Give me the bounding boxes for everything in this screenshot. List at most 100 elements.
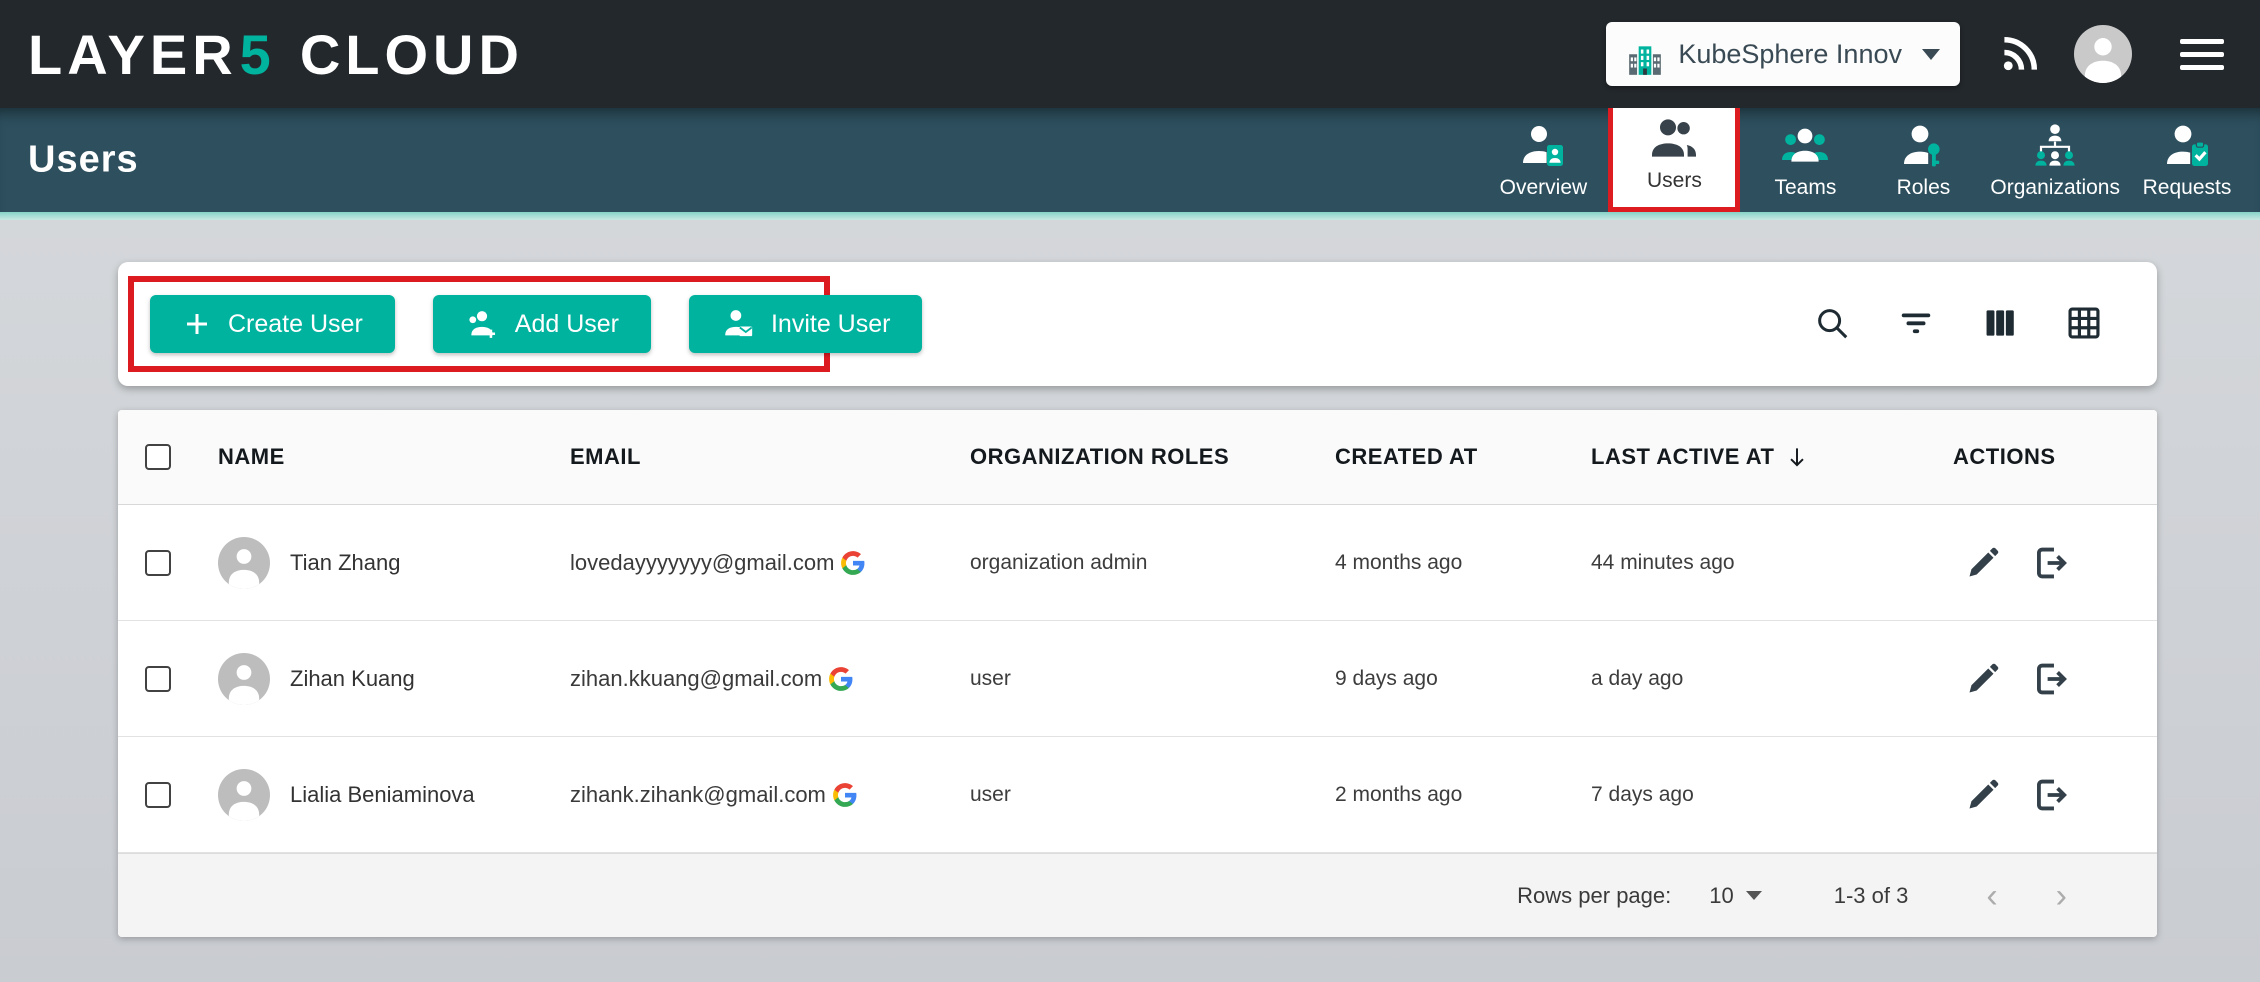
nav-tab-organizations[interactable]: Organizations: [1982, 112, 2128, 212]
google-provider-icon: [832, 782, 858, 808]
last-active-header-label: LAST ACTIVE AT: [1591, 444, 1774, 470]
user-action-buttons: Create User Add User: [150, 295, 922, 353]
users-table: NAME EMAIL ORGANIZATION ROLES CREATED AT…: [118, 410, 2157, 937]
google-provider-icon: [828, 666, 854, 692]
users-people-icon: [1650, 115, 1698, 163]
remove-user-icon[interactable]: [2031, 544, 2069, 582]
select-all-checkbox[interactable]: [145, 444, 171, 470]
nav-tab-roles[interactable]: Roles: [1864, 112, 1982, 212]
organization-roles: organization admin: [950, 551, 1315, 575]
teams-group-icon: [1781, 122, 1829, 170]
add-user-label: Add User: [515, 310, 619, 339]
created-at: 2 months ago: [1315, 783, 1571, 807]
table-row: Tian Zhang lovedayyyyyyy@gmail.com organ…: [118, 505, 2157, 621]
column-header-last-active-at[interactable]: LAST ACTIVE AT: [1571, 444, 1933, 470]
last-active-at: 7 days ago: [1571, 783, 1933, 807]
top-app-bar: LAYER 5 CLOUD Kub: [0, 0, 2260, 108]
invite-user-label: Invite User: [771, 310, 890, 339]
nav-tabs: Overview Users: [1484, 98, 2246, 212]
plus-icon: [182, 309, 212, 339]
rows-per-page-label: Rows per page:: [1517, 883, 1671, 909]
edit-user-icon[interactable]: [1965, 545, 2001, 581]
row-checkbox[interactable]: [145, 550, 171, 576]
create-user-label: Create User: [228, 310, 363, 339]
chevron-down-icon: [1922, 49, 1940, 60]
columns-view-icon[interactable]: [1981, 304, 2019, 342]
column-header-name[interactable]: NAME: [198, 444, 550, 470]
pagination-range: 1-3 of 3: [1834, 883, 1909, 909]
roles-person-key-icon: [1899, 122, 1947, 170]
edit-user-icon[interactable]: [1965, 661, 2001, 697]
table-row: Zihan Kuang zihan.kkuang@gmail.com user …: [118, 621, 2157, 737]
nav-tab-label: Requests: [2143, 176, 2232, 200]
user-name[interactable]: Tian Zhang: [290, 550, 400, 576]
edit-user-icon[interactable]: [1965, 777, 2001, 813]
sort-descending-arrow-icon: [1784, 444, 1810, 470]
next-page-button[interactable]: ›: [2056, 879, 2067, 913]
add-user-button[interactable]: Add User: [433, 295, 651, 353]
nav-tab-requests[interactable]: Requests: [2128, 112, 2246, 212]
rss-feed-icon[interactable]: [1998, 32, 2042, 76]
nav-tab-label: Users: [1647, 169, 1702, 193]
create-user-button[interactable]: Create User: [150, 295, 395, 353]
remove-user-icon[interactable]: [2031, 660, 2069, 698]
organization-roles: user: [950, 783, 1315, 807]
users-toolbar-card: Create User Add User: [118, 262, 2157, 386]
google-provider-icon: [840, 550, 866, 576]
select-all-cell: [118, 444, 198, 470]
user-name[interactable]: Lialia Beniaminova: [290, 782, 475, 808]
requests-person-clipboard-icon: [2163, 122, 2211, 170]
invite-user-button[interactable]: Invite User: [689, 295, 922, 353]
nav-tab-teams[interactable]: Teams: [1746, 112, 1864, 212]
hamburger-menu-icon[interactable]: [2180, 39, 2224, 70]
column-header-organization-roles[interactable]: ORGANIZATION ROLES: [950, 444, 1315, 470]
nav-tab-label: Overview: [1500, 176, 1588, 200]
nav-tab-overview[interactable]: Overview: [1484, 112, 1602, 212]
row-checkbox[interactable]: [145, 666, 171, 692]
page-title: Users: [28, 139, 139, 182]
table-row: Lialia Beniaminova zihank.zihank@gmail.c…: [118, 737, 2157, 853]
overview-person-badge-icon: [1519, 122, 1567, 170]
column-header-created-at[interactable]: CREATED AT: [1315, 444, 1571, 470]
table-view-controls: [1813, 304, 2103, 342]
column-header-email[interactable]: EMAIL: [550, 444, 950, 470]
building-icon: [1626, 30, 1664, 78]
organization-roles: user: [950, 667, 1315, 691]
remove-user-icon[interactable]: [2031, 776, 2069, 814]
user-email: lovedayyyyyyy@gmail.com: [570, 550, 834, 576]
logo-accent-5: 5: [240, 22, 276, 87]
table-header-row: NAME EMAIL ORGANIZATION ROLES CREATED AT…: [118, 410, 2157, 505]
rows-per-page-value: 10: [1709, 883, 1733, 909]
table-pagination: Rows per page: 10 1-3 of 3 ‹ ›: [118, 853, 2157, 937]
column-header-actions: ACTIONS: [1933, 444, 2157, 470]
person-envelope-icon: [721, 307, 755, 341]
avatar: [218, 769, 270, 821]
rows-per-page-select[interactable]: 10: [1709, 883, 1761, 909]
last-active-at: a day ago: [1571, 667, 1933, 691]
nav-tab-users-active[interactable]: Users: [1608, 98, 1740, 212]
organization-name: KubeSphere Innov: [1678, 39, 1902, 70]
logo-text-cloud: CLOUD: [300, 22, 524, 87]
person-add-icon: [465, 307, 499, 341]
user-avatar[interactable]: [2074, 25, 2132, 83]
user-name[interactable]: Zihan Kuang: [290, 666, 415, 692]
avatar: [218, 537, 270, 589]
grid-view-icon[interactable]: [2065, 304, 2103, 342]
nav-tab-label: Organizations: [1990, 176, 2120, 200]
avatar: [218, 653, 270, 705]
previous-page-button[interactable]: ‹: [1986, 879, 1997, 913]
topbar-right-cluster: KubeSphere Innov: [1606, 22, 2232, 86]
row-checkbox[interactable]: [145, 782, 171, 808]
user-email: zihank.zihank@gmail.com: [570, 782, 826, 808]
user-email: zihan.kkuang@gmail.com: [570, 666, 822, 692]
logo-text-layer: LAYER: [28, 22, 238, 87]
organizations-hierarchy-icon: [2031, 122, 2079, 170]
last-active-at: 44 minutes ago: [1571, 551, 1933, 575]
layer5-cloud-logo[interactable]: LAYER 5 CLOUD: [28, 22, 524, 87]
users-page-navbar: Users Overview: [0, 108, 2260, 212]
search-icon[interactable]: [1813, 304, 1851, 342]
organization-selector[interactable]: KubeSphere Innov: [1606, 22, 1960, 86]
filter-icon[interactable]: [1897, 304, 1935, 342]
created-at: 9 days ago: [1315, 667, 1571, 691]
nav-tab-label: Teams: [1774, 176, 1836, 200]
